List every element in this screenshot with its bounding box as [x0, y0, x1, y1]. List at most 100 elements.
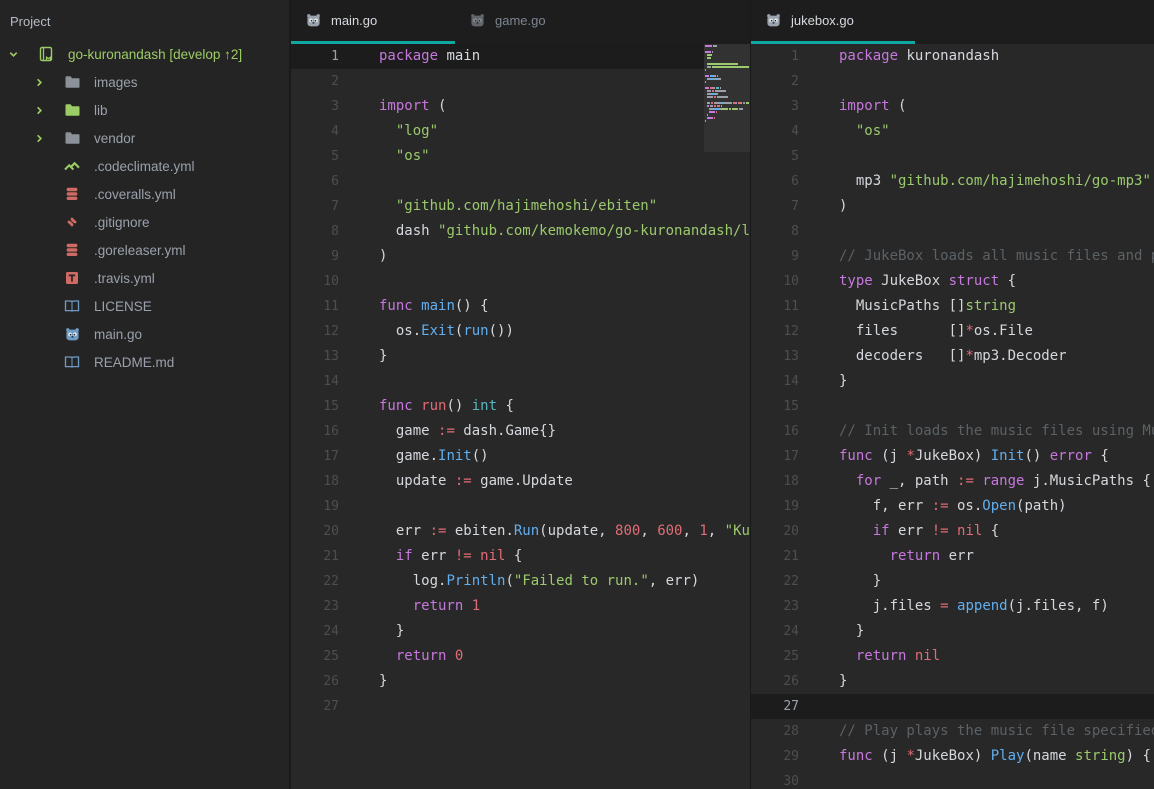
- code-line[interactable]: 19 f, err := os.Open(path): [751, 494, 1154, 519]
- tree-item-images[interactable]: images: [0, 68, 289, 96]
- tree-item-lib[interactable]: lib: [0, 96, 289, 124]
- line-number[interactable]: 12: [751, 319, 799, 344]
- code-line[interactable]: 5 "os": [291, 144, 750, 169]
- code-line[interactable]: 18 update := game.Update: [291, 469, 750, 494]
- line-number[interactable]: 28: [751, 719, 799, 744]
- code-line[interactable]: 8: [751, 219, 1154, 244]
- line-number[interactable]: 20: [751, 519, 799, 544]
- code-line[interactable]: 13}: [291, 344, 750, 369]
- line-number[interactable]: 8: [291, 219, 339, 244]
- line-number[interactable]: 24: [291, 619, 339, 644]
- line-number[interactable]: 19: [751, 494, 799, 519]
- tree-item-go-kuronandash-develop-2[interactable]: go-kuronandash [develop ↑2]: [0, 40, 289, 68]
- code-line[interactable]: 4 "os": [751, 119, 1154, 144]
- line-number[interactable]: 22: [291, 569, 339, 594]
- line-number[interactable]: 24: [751, 619, 799, 644]
- code-line[interactable]: 6: [291, 169, 750, 194]
- line-number[interactable]: 11: [751, 294, 799, 319]
- code-line[interactable]: 14: [291, 369, 750, 394]
- code-line[interactable]: 3import (: [291, 94, 750, 119]
- code-line[interactable]: 9): [291, 244, 750, 269]
- chevron-right-icon[interactable]: [34, 133, 64, 144]
- code-line[interactable]: 27: [291, 694, 750, 719]
- code-line[interactable]: 12 os.Exit(run()): [291, 319, 750, 344]
- tab-main-go[interactable]: main.go: [291, 0, 455, 44]
- tree-item-vendor[interactable]: vendor: [0, 124, 289, 152]
- code-line[interactable]: 23 return 1: [291, 594, 750, 619]
- code-line[interactable]: 10type JukeBox struct {: [751, 269, 1154, 294]
- line-number[interactable]: 11: [291, 294, 339, 319]
- code-line[interactable]: 14}: [751, 369, 1154, 394]
- line-number[interactable]: 7: [291, 194, 339, 219]
- line-number[interactable]: 30: [751, 769, 799, 789]
- code-line[interactable]: 17func (j *JukeBox) Init() error {: [751, 444, 1154, 469]
- line-number[interactable]: 2: [291, 69, 339, 94]
- line-number[interactable]: 3: [751, 94, 799, 119]
- code-line[interactable]: 2: [291, 69, 750, 94]
- line-number[interactable]: 26: [751, 669, 799, 694]
- code-line[interactable]: 7): [751, 194, 1154, 219]
- code-line[interactable]: 28// Play plays the music file specified: [751, 719, 1154, 744]
- code-line[interactable]: 15: [751, 394, 1154, 419]
- code-line[interactable]: 7 "github.com/hajimehoshi/ebiten": [291, 194, 750, 219]
- code-line[interactable]: 25 return nil: [751, 644, 1154, 669]
- line-number[interactable]: 17: [751, 444, 799, 469]
- code-line[interactable]: 25 return 0: [291, 644, 750, 669]
- code-line[interactable]: 8 dash "github.com/kemokemo/go-kuronanda…: [291, 219, 750, 244]
- tree-item-codeclimate-yml[interactable]: .codeclimate.yml: [0, 152, 289, 180]
- line-number[interactable]: 17: [291, 444, 339, 469]
- code-line[interactable]: 17 game.Init(): [291, 444, 750, 469]
- line-number[interactable]: 13: [291, 344, 339, 369]
- line-number[interactable]: 16: [291, 419, 339, 444]
- line-number[interactable]: 1: [751, 44, 799, 69]
- line-number[interactable]: 27: [751, 694, 799, 719]
- tree-item-license[interactable]: LICENSE: [0, 292, 289, 320]
- code-line[interactable]: 21 return err: [751, 544, 1154, 569]
- line-number[interactable]: 4: [291, 119, 339, 144]
- code-line[interactable]: 3import (: [751, 94, 1154, 119]
- minimap[interactable]: [704, 44, 750, 152]
- chevron-down-icon[interactable]: [8, 49, 38, 60]
- tree-item-goreleaser-yml[interactable]: .goreleaser.yml: [0, 236, 289, 264]
- tree-item-travis-yml[interactable]: .travis.yml: [0, 264, 289, 292]
- line-number[interactable]: 3: [291, 94, 339, 119]
- code-line[interactable]: 15func run() int {: [291, 394, 750, 419]
- line-number[interactable]: 14: [751, 369, 799, 394]
- line-number[interactable]: 9: [291, 244, 339, 269]
- tree-item-coveralls-yml[interactable]: .coveralls.yml: [0, 180, 289, 208]
- line-number[interactable]: 22: [751, 569, 799, 594]
- line-number[interactable]: 10: [291, 269, 339, 294]
- line-number[interactable]: 18: [751, 469, 799, 494]
- line-number[interactable]: 21: [751, 544, 799, 569]
- line-number[interactable]: 10: [751, 269, 799, 294]
- line-number[interactable]: 15: [291, 394, 339, 419]
- line-number[interactable]: 21: [291, 544, 339, 569]
- code-line[interactable]: 6 mp3 "github.com/hajimehoshi/go-mp3": [751, 169, 1154, 194]
- line-number[interactable]: 6: [291, 169, 339, 194]
- code-line[interactable]: 13 decoders []*mp3.Decoder: [751, 344, 1154, 369]
- line-number[interactable]: 27: [291, 694, 339, 719]
- code-line[interactable]: 22 }: [751, 569, 1154, 594]
- line-number[interactable]: 26: [291, 669, 339, 694]
- code-line[interactable]: 20 if err != nil {: [751, 519, 1154, 544]
- code-line[interactable]: 9// JukeBox loads all music files and p: [751, 244, 1154, 269]
- code-line[interactable]: 23 j.files = append(j.files, f): [751, 594, 1154, 619]
- code-line[interactable]: 11func main() {: [291, 294, 750, 319]
- code-line[interactable]: 16// Init loads the music files using Mu: [751, 419, 1154, 444]
- line-number[interactable]: 19: [291, 494, 339, 519]
- code-line[interactable]: 1package kuronandash: [751, 44, 1154, 69]
- tree-item-gitignore[interactable]: .gitignore: [0, 208, 289, 236]
- line-number[interactable]: 29: [751, 744, 799, 769]
- line-number[interactable]: 5: [751, 144, 799, 169]
- line-number[interactable]: 20: [291, 519, 339, 544]
- line-number[interactable]: 2: [751, 69, 799, 94]
- code-line[interactable]: 26}: [751, 669, 1154, 694]
- line-number[interactable]: 25: [291, 644, 339, 669]
- line-number[interactable]: 12: [291, 319, 339, 344]
- code-line[interactable]: 16 game := dash.Game{}: [291, 419, 750, 444]
- code-line[interactable]: 4 "log": [291, 119, 750, 144]
- code-line[interactable]: 27: [751, 694, 1154, 719]
- code-line[interactable]: 26}: [291, 669, 750, 694]
- line-number[interactable]: 23: [291, 594, 339, 619]
- code-line[interactable]: 24 }: [751, 619, 1154, 644]
